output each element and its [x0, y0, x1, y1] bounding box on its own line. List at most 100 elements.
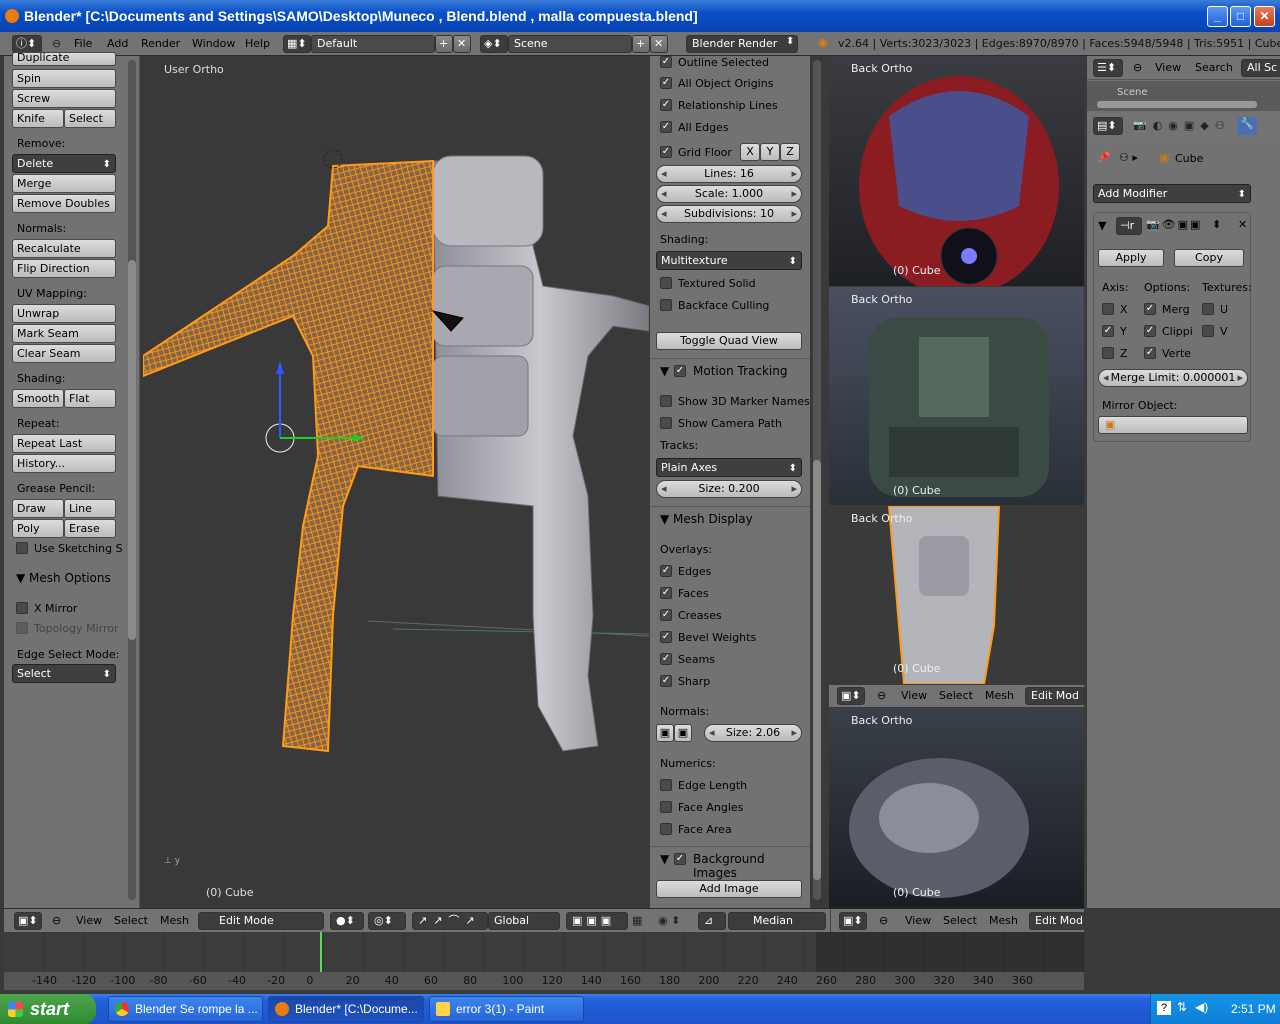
collapse-icon[interactable]: ⊖ — [52, 914, 61, 927]
grid-floor-checkbox[interactable] — [660, 146, 672, 158]
menu-window[interactable]: Window — [192, 37, 235, 50]
timeline[interactable]: -140 -120 -100 -80 -60 -40 -20 0 20 40 60 80 100 120 1… — [4, 932, 1084, 990]
pivot-point-select[interactable]: ◎⬍ — [368, 912, 406, 930]
screen-layout-field[interactable]: Default — [311, 35, 435, 53]
side-menu-select[interactable]: Select — [939, 689, 973, 702]
normal-size-field[interactable]: Size: 2.06 — [704, 724, 802, 742]
draw-button[interactable]: Draw — [12, 499, 64, 518]
smooth-button[interactable]: Smooth — [12, 389, 64, 408]
vertex-normals-icon[interactable]: ▣ — [656, 724, 674, 742]
screw-button[interactable]: Screw — [12, 89, 116, 108]
modifier-visibility-icons[interactable]: 📷👁▣▣ — [1146, 218, 1202, 231]
all-object-origins-checkbox[interactable] — [660, 77, 672, 89]
add-modifier-dropdown[interactable]: Add Modifier — [1093, 184, 1251, 203]
side-mode-select[interactable]: Edit Mod — [1025, 687, 1085, 705]
timeline-ruler[interactable]: -140 -120 -100 -80 -60 -40 -20 0 20 40 60 80 100 120 1… — [4, 972, 1084, 990]
grid-scale-field[interactable]: Scale: 1.000 — [656, 185, 802, 203]
textured-solid-checkbox[interactable] — [660, 277, 672, 289]
scene-field[interactable]: Scene — [508, 35, 632, 53]
faces-overlay-checkbox[interactable] — [660, 587, 672, 599]
manipulator-icons[interactable]: ↗↗⌒↗ — [412, 912, 488, 930]
merge-option-checkbox[interactable] — [1144, 303, 1156, 315]
history-button[interactable]: History... — [12, 454, 116, 473]
grid-x-toggle[interactable]: X — [740, 143, 760, 161]
side-menu-view[interactable]: View — [901, 689, 927, 702]
menu-render[interactable]: Render — [141, 37, 180, 50]
bevel-weights-overlay-checkbox[interactable] — [660, 631, 672, 643]
grid-subdivisions-field[interactable]: Subdivisions: 10 — [656, 205, 802, 223]
grid-y-toggle[interactable]: Y — [760, 143, 780, 161]
x-mirror-checkbox[interactable] — [16, 602, 28, 614]
menu-help[interactable]: Help — [245, 37, 270, 50]
pin-icon[interactable]: 📌 — [1097, 151, 1111, 164]
scene-icon[interactable]: ◈⬍ — [480, 35, 508, 53]
edge-select-mode-dropdown[interactable]: Select — [12, 664, 116, 683]
toggle-quad-view-button[interactable]: Toggle Quad View — [656, 332, 802, 350]
outliner-editor-icon[interactable]: ☰⬍ — [1093, 59, 1123, 77]
modifier-move-icon[interactable]: ⬍ — [1212, 218, 1221, 231]
erase-button[interactable]: Erase — [64, 519, 116, 538]
remove-layout-icon[interactable]: ✕ — [453, 35, 471, 53]
viewport-shading-select[interactable]: ●⬍ — [330, 912, 364, 930]
side2-menu-select[interactable]: Select — [943, 914, 977, 927]
taskbar-item-blender[interactable]: Blender* [C:\Docume... — [268, 996, 424, 1022]
texture-v-checkbox[interactable] — [1202, 325, 1214, 337]
flip-direction-button[interactable]: Flip Direction — [12, 259, 116, 278]
screen-layout-icon[interactable]: ▦⬍ — [283, 35, 311, 53]
knife-button[interactable]: Knife — [12, 109, 64, 128]
knife-select-button[interactable]: Select — [64, 109, 116, 128]
all-edges-checkbox[interactable] — [660, 121, 672, 133]
edge-length-checkbox[interactable] — [660, 779, 672, 791]
face-area-checkbox[interactable] — [660, 823, 672, 835]
clipping-option-checkbox[interactable] — [1144, 325, 1156, 337]
side2-menu-mesh[interactable]: Mesh — [989, 914, 1018, 927]
merge-limit-field[interactable]: Merge Limit: 0.000001 — [1098, 369, 1248, 387]
back-ortho-view-2[interactable]: Back Ortho (0) Cube — [829, 287, 1084, 505]
collapse-icon[interactable]: ⊖ — [877, 689, 886, 702]
unwrap-button[interactable]: Unwrap — [12, 304, 116, 323]
back-ortho-view-3[interactable]: Back Ortho (0) Cube — [829, 506, 1084, 684]
topology-mirror-checkbox[interactable] — [16, 622, 28, 634]
face-normals-icon[interactable]: ▣ — [674, 724, 692, 742]
outliner-scene-item[interactable]: Scene — [1117, 87, 1148, 98]
axis-z-checkbox[interactable] — [1102, 347, 1114, 359]
grid-lines-field[interactable]: Lines: 16 — [656, 165, 802, 183]
outliner-scrollbar[interactable] — [1097, 101, 1257, 108]
maximize-button[interactable]: □ — [1230, 6, 1251, 27]
grid-z-toggle[interactable]: Z — [780, 143, 800, 161]
menu-file[interactable]: File — [74, 37, 92, 50]
taskbar-item-paint[interactable]: error 3(1) - Paint — [429, 996, 584, 1022]
tool-shelf-scrollbar[interactable] — [128, 60, 136, 900]
editor-type-icon[interactable]: ⓘ⬍ — [12, 35, 42, 53]
outliner-menu-search[interactable]: Search — [1195, 61, 1233, 74]
merge-button[interactable]: Merge — [12, 174, 116, 193]
network-icon[interactable]: ⇅ — [1177, 1000, 1187, 1014]
side2-mode-select[interactable]: Edit Mod — [1029, 912, 1085, 930]
mesh-options-header[interactable]: ▼ Mesh Options — [16, 571, 111, 585]
show-camera-path-checkbox[interactable] — [660, 417, 672, 429]
copy-button[interactable]: Copy — [1174, 249, 1244, 267]
collapse-icon[interactable]: ⊖ — [52, 37, 61, 50]
snap-target-select[interactable]: Median — [728, 912, 826, 930]
remove-doubles-button[interactable]: Remove Doubles — [12, 194, 116, 213]
menu-view[interactable]: View — [76, 914, 102, 927]
outliner-menu-view[interactable]: View — [1155, 61, 1181, 74]
help-icon[interactable]: ? — [1157, 1001, 1171, 1015]
track-size-field[interactable]: Size: 0.200 — [656, 480, 802, 498]
axis-y-checkbox[interactable] — [1102, 325, 1114, 337]
remove-modifier-icon[interactable]: ✕ — [1238, 218, 1247, 231]
remove-scene-icon[interactable]: ✕ — [650, 35, 668, 53]
editor-type-icon[interactable]: ▣⬍ — [837, 687, 865, 705]
seams-overlay-checkbox[interactable] — [660, 653, 672, 665]
back-ortho-view-4[interactable]: Back Ortho (0) Cube — [829, 708, 1084, 908]
window-titlebar[interactable]: Blender* [C:\Documents and Settings\SAMO… — [0, 0, 1280, 32]
add-layout-icon[interactable]: + — [435, 35, 453, 53]
mesh-display-panel-header[interactable]: ▼ Mesh Display — [660, 512, 753, 526]
outline-selected-checkbox[interactable] — [660, 56, 672, 68]
edges-overlay-checkbox[interactable] — [660, 565, 672, 577]
mark-seam-button[interactable]: Mark Seam — [12, 324, 116, 343]
editor-type-icon[interactable]: ▣⬍ — [839, 912, 867, 930]
menu-select[interactable]: Select — [114, 914, 148, 927]
mirror-object-field[interactable]: ▣ — [1098, 416, 1248, 434]
side2-menu-view[interactable]: View — [905, 914, 931, 927]
